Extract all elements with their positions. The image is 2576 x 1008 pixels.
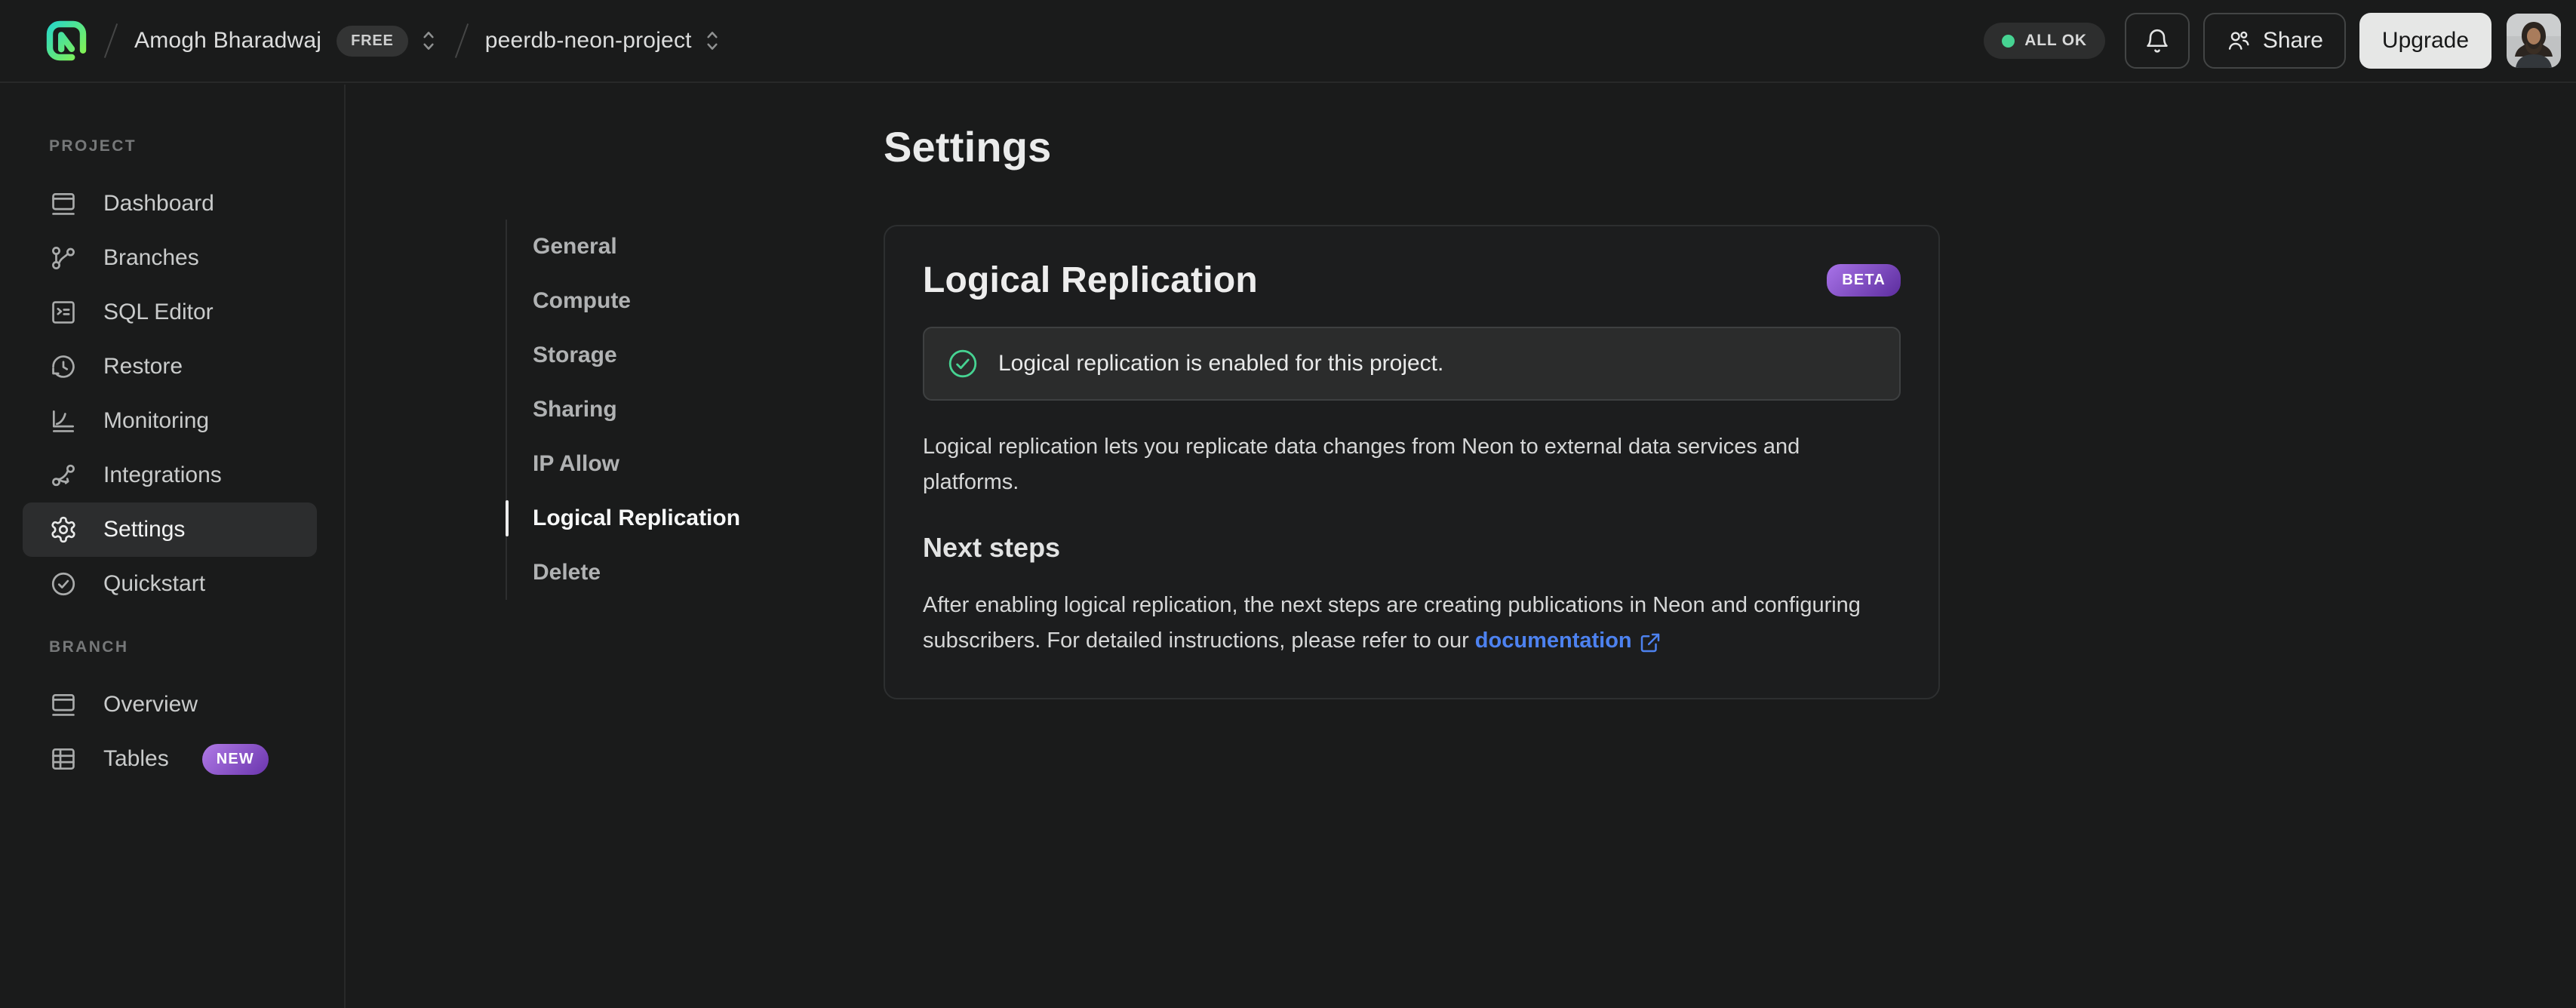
subnav-item-general[interactable]: General [507, 220, 830, 274]
upgrade-button[interactable]: Upgrade [2359, 13, 2491, 69]
card-title: Logical Replication [923, 260, 1258, 300]
next-steps-text: After enabling logical replication, the … [923, 588, 1881, 659]
beta-badge: BETA [1827, 264, 1901, 297]
subnav-item-delete[interactable]: Delete [507, 545, 830, 600]
sidebar-section-branch: BRANCH [49, 638, 129, 656]
sidebar-item-settings[interactable]: Settings [23, 502, 317, 557]
history-clock-icon [49, 352, 78, 381]
sidebar-item-sql-editor[interactable]: SQL Editor [23, 285, 317, 340]
sidebar-item-branches[interactable]: Branches [23, 231, 317, 285]
documentation-link[interactable]: documentation [1475, 623, 1661, 659]
bell-icon [2144, 27, 2171, 54]
documentation-link-label: documentation [1474, 628, 1632, 653]
next-steps-text-body: After enabling logical replication, the … [923, 593, 1861, 653]
chart-line-icon [49, 407, 78, 435]
notifications-button[interactable] [2124, 13, 2190, 69]
logical-replication-card: Logical Replication BETA Logical replica… [884, 225, 1940, 699]
project-switcher-chevron-icon[interactable] [702, 29, 722, 53]
topbar-actions: ALL OK Share Upgrade [1984, 13, 2561, 69]
check-circle-icon [947, 348, 979, 380]
breadcrumb-org[interactable]: Amogh Bharadwaj [134, 28, 321, 54]
sidebar-item-tables[interactable]: Tables NEW [23, 732, 317, 786]
breadcrumb-separator [454, 23, 469, 58]
sidebar-item-label: Branches [103, 245, 199, 270]
sidebar-item-label: Restore [103, 354, 183, 379]
sidebar-item-label: Monitoring [103, 408, 210, 433]
status-pill[interactable]: ALL OK [1984, 23, 2105, 59]
plan-badge: FREE [337, 25, 408, 57]
workflow-icon [49, 461, 78, 490]
next-steps-title: Next steps [923, 532, 1061, 563]
sidebar-item-label: Quickstart [103, 571, 206, 596]
table-icon [49, 745, 78, 773]
subnav-item-ip-allow[interactable]: IP Allow [507, 437, 830, 491]
avatar[interactable] [2507, 14, 2561, 68]
org-switcher-chevron-icon[interactable] [419, 29, 438, 53]
share-button[interactable]: Share [2203, 13, 2346, 69]
sidebar-item-restore[interactable]: Restore [23, 340, 317, 394]
git-branch-icon [49, 244, 78, 272]
sidebar-item-label: Settings [103, 517, 186, 542]
users-icon [2226, 28, 2252, 54]
sidebar-item-label: SQL Editor [103, 300, 214, 324]
description-text: Logical replication lets you replicate d… [923, 435, 1800, 494]
subnav-item-logical-replication[interactable]: Logical Replication [506, 491, 830, 545]
check-circle-icon [49, 570, 78, 598]
sidebar-item-overview[interactable]: Overview [23, 678, 317, 732]
sidebar-item-integrations[interactable]: Integrations [23, 448, 317, 502]
external-link-icon [1640, 633, 1659, 652]
sidebar-item-quickstart[interactable]: Quickstart [23, 557, 317, 611]
status-label: ALL OK [2024, 32, 2087, 49]
subnav-item-sharing[interactable]: Sharing [507, 383, 830, 437]
status-ok-dot-icon [2002, 34, 2015, 48]
sidebar-item-label: Integrations [103, 463, 222, 487]
banner-text: Logical replication is enabled for this … [998, 351, 1444, 376]
subnav-item-storage[interactable]: Storage [507, 328, 830, 383]
breadcrumb-project[interactable]: peerdb-neon-project [485, 28, 692, 54]
window-icon [49, 690, 78, 719]
sidebar-item-label: Overview [103, 692, 198, 717]
sidebar-item-label: Tables [103, 746, 169, 771]
breadcrumb-separator [103, 23, 118, 58]
sidebar-item-label: Dashboard [103, 191, 214, 216]
sidebar-item-monitoring[interactable]: Monitoring [23, 394, 317, 448]
sidebar-section-project: PROJECT [49, 137, 137, 155]
topbar: Amogh Bharadwaj FREE peerdb-neon-project… [0, 0, 2576, 83]
sidebar-item-dashboard[interactable]: Dashboard [23, 177, 317, 231]
page-title: Settings [884, 123, 1052, 171]
gear-icon [49, 515, 78, 544]
new-badge: NEW [201, 743, 269, 775]
share-label: Share [2262, 28, 2323, 53]
success-banner: Logical replication is enabled for this … [923, 327, 1901, 401]
settings-subnav: General Compute Storage Sharing IP Allow… [506, 220, 830, 600]
sidebar: PROJECT Dashboard Branches SQL Editor Re… [0, 85, 346, 1008]
dashboard-icon [49, 189, 78, 218]
subnav-item-compute[interactable]: Compute [507, 274, 830, 328]
terminal-square-icon [49, 298, 78, 327]
neon-logo-icon[interactable] [45, 20, 88, 62]
